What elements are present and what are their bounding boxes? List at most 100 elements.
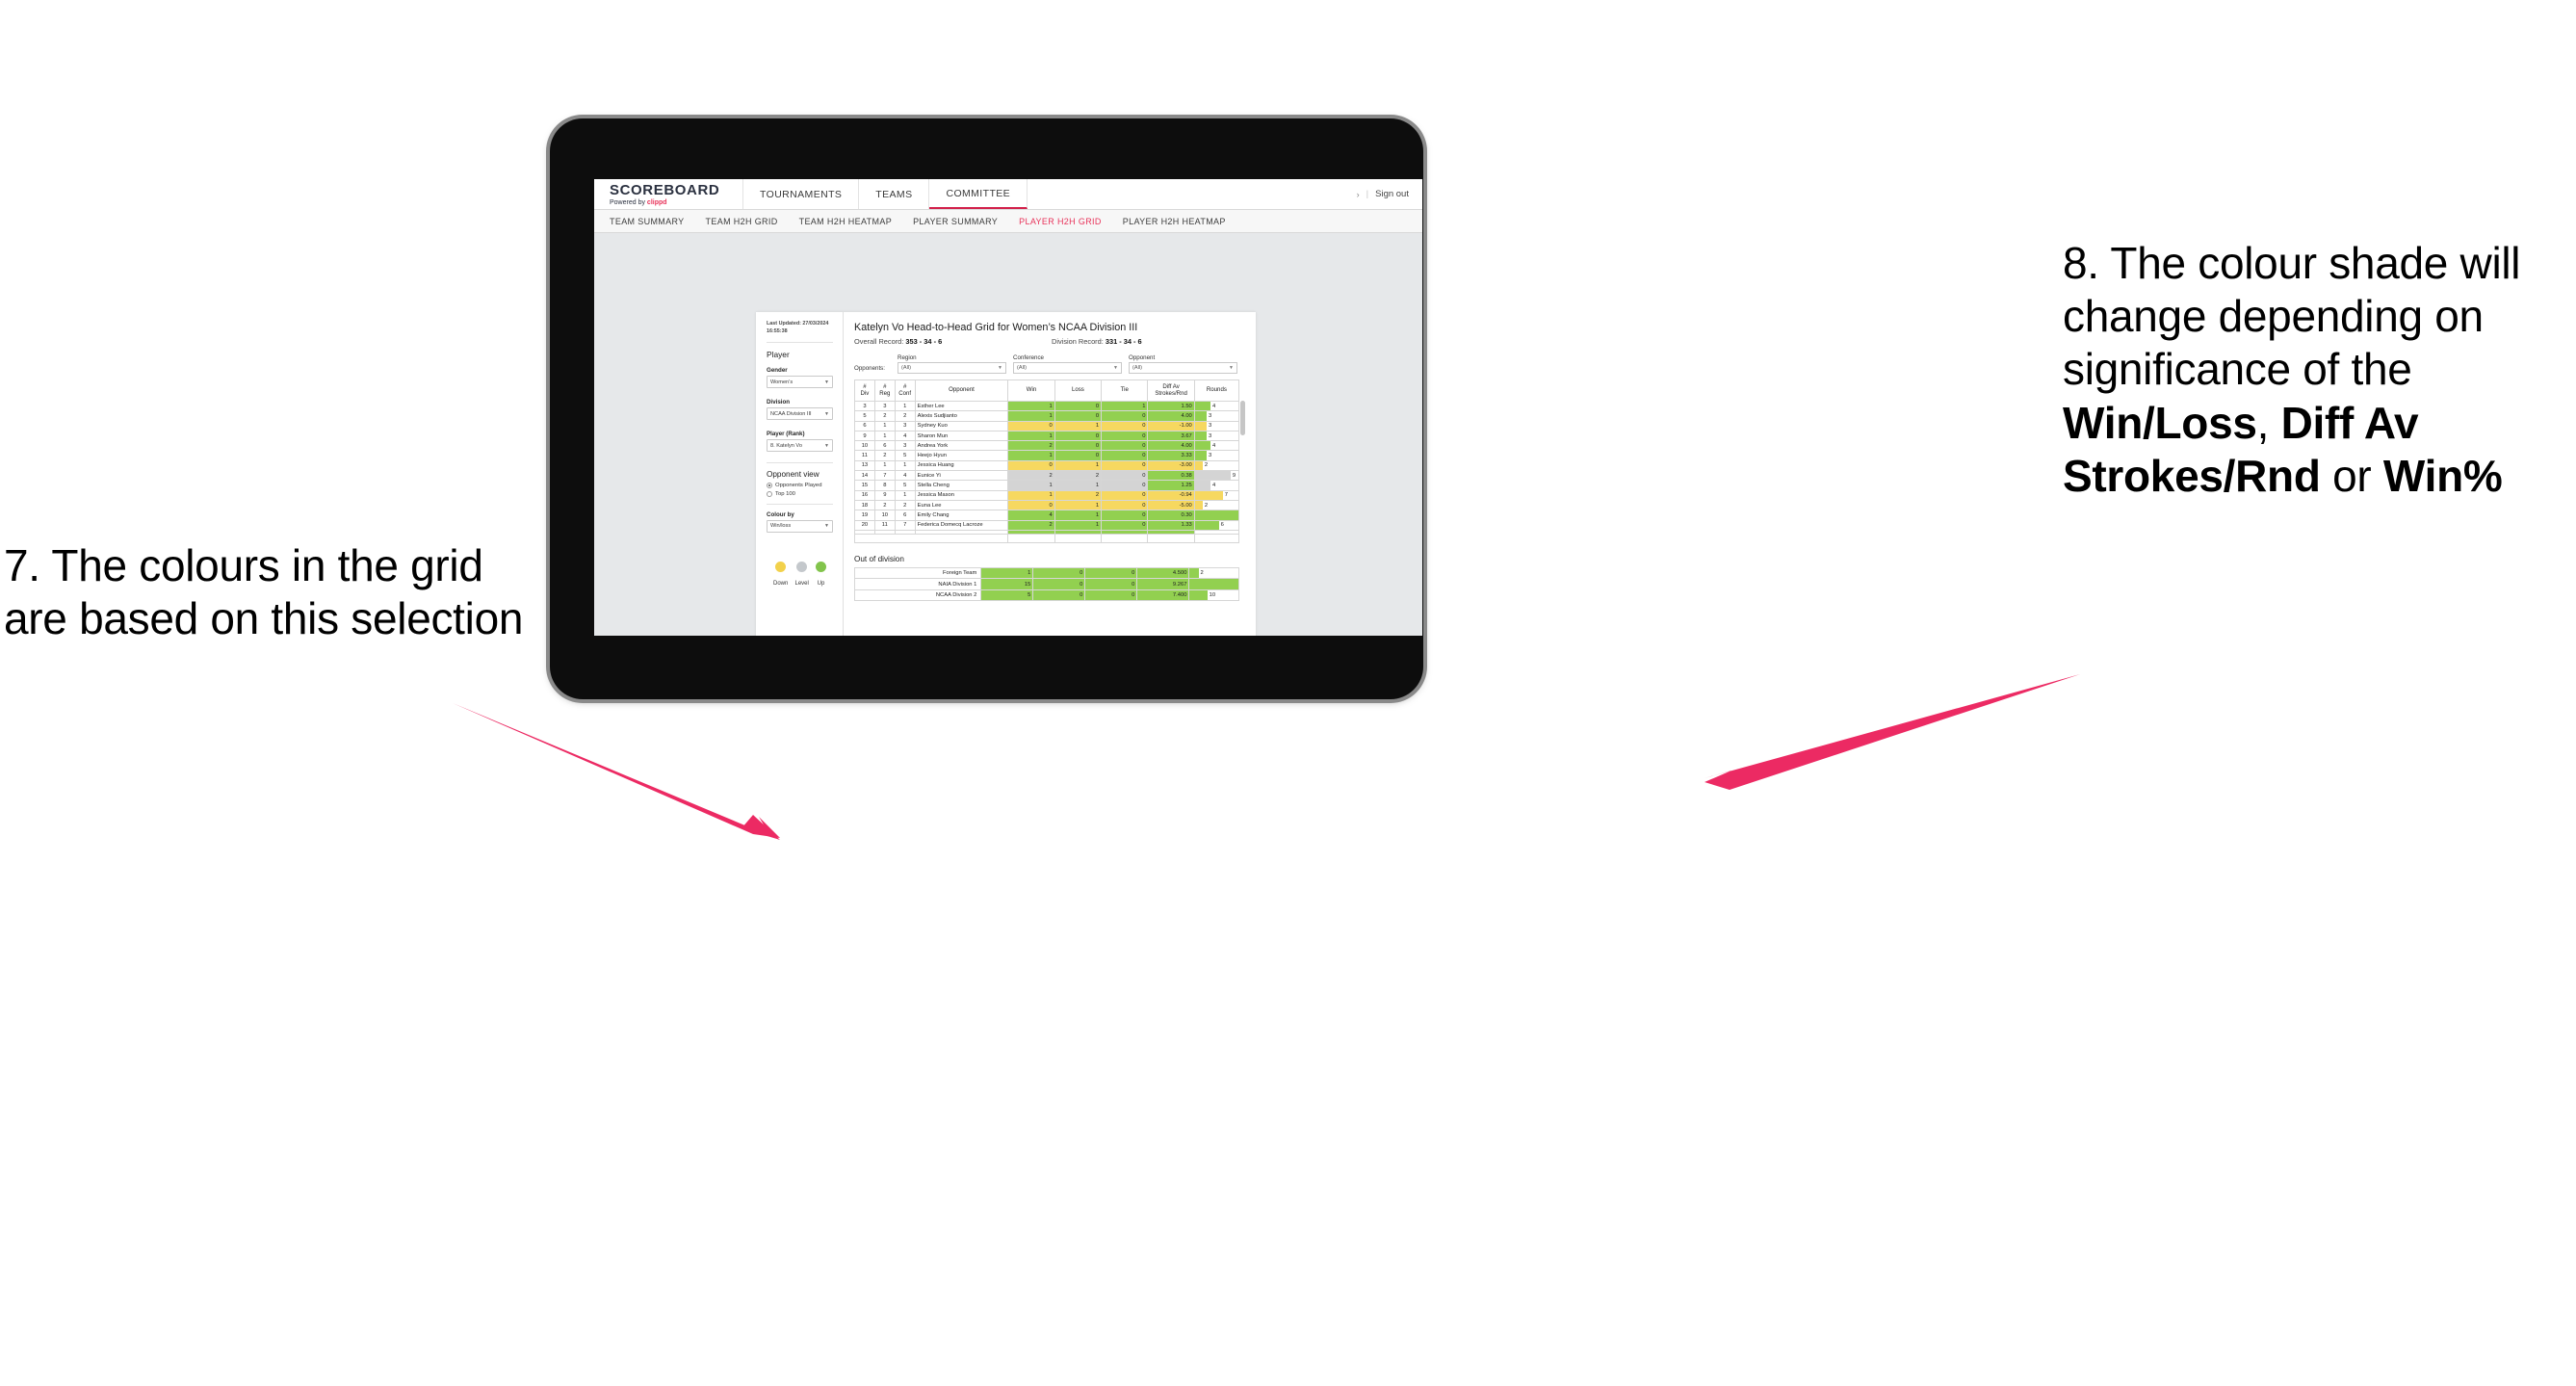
- cell-tie: 1: [1101, 400, 1149, 412]
- radio-top-100[interactable]: Top 100: [767, 490, 833, 497]
- cell-conf: 1: [894, 489, 916, 501]
- signout-label[interactable]: Sign out: [1375, 189, 1409, 199]
- out-of-division-row[interactable]: NAIA Division 115009.26730: [853, 578, 1239, 590]
- chevron-down-icon[interactable]: ▼: [1229, 365, 1234, 371]
- nav-tab-tournaments[interactable]: TOURNAMENTS: [743, 179, 860, 209]
- cell-tie: 0: [1101, 489, 1149, 501]
- legend-dot-up: [816, 561, 826, 572]
- out-of-division-row[interactable]: Foreign Team 1 0 0 4.500 2: [853, 566, 1239, 580]
- table-row[interactable]: 3 3 1 Esther Lee 1 0 1 1.50 4: [854, 400, 1240, 412]
- subtab-player-h2h-grid[interactable]: PLAYER H2H GRID: [1019, 217, 1102, 226]
- table-row[interactable]: 16 9 1 Jessica Mason 1 2 0 -0.94 7: [854, 489, 1240, 501]
- cell-rounds: 2: [1193, 459, 1240, 472]
- cell-tie: 0: [1084, 566, 1138, 580]
- table-row[interactable]: 9 1 4 Sharon Mun 1 0 0 3.67 3: [854, 430, 1240, 442]
- col-opponent: Opponent: [914, 379, 1009, 402]
- filter-opponent-select[interactable]: (All) ▼: [1129, 362, 1237, 374]
- table-row[interactable]: 13 1 1 Jessica Huang 0 1 0 -3.00 2: [854, 459, 1240, 472]
- col-conf: # Conf: [894, 379, 916, 402]
- filter-opponent-label: Opponent: [1129, 354, 1156, 361]
- cell-conf: 4: [894, 430, 916, 442]
- cell-conf: 6: [894, 510, 916, 521]
- cell-rounds: 9: [1193, 470, 1240, 482]
- cell-win: 0: [1007, 499, 1055, 511]
- chevron-down-icon[interactable]: ▼: [824, 411, 829, 417]
- cell-diff-av-strokes: 9.267: [1136, 578, 1190, 590]
- subtab-player-h2h-heatmap[interactable]: PLAYER H2H HEATMAP: [1123, 217, 1226, 226]
- filter-gender-label: Gender: [767, 367, 788, 375]
- cell-loss: 0: [1032, 566, 1086, 580]
- table-row[interactable]: 10 6 3 Andrea York 2 0 0 4.00 4: [854, 440, 1240, 452]
- cell-reg: 1: [873, 430, 896, 442]
- vertical-scrollbar[interactable]: [1240, 401, 1245, 435]
- filter-player-rank-select[interactable]: 8. Katelyn Vo ▼: [767, 439, 833, 453]
- radio-opponents-played[interactable]: Opponents Played: [767, 483, 833, 489]
- legend-label-level: Level: [794, 580, 809, 587]
- opponent-view-heading: Opponent view: [767, 470, 820, 480]
- chevron-down-icon[interactable]: ▼: [1113, 365, 1118, 371]
- radio-icon-unselected[interactable]: [767, 490, 772, 497]
- table-row[interactable]: 14 7 4 Eunice Yi 2 2 0 0.38 9: [854, 470, 1240, 482]
- table-row[interactable]: 6 1 3 Sydney Kuo 0 1 0 -1.00 3: [854, 420, 1240, 431]
- cell-loss: 0: [1054, 450, 1103, 461]
- cell-loss: 1: [1054, 459, 1103, 472]
- table-row[interactable]: 11 2 5 Heejo Hyun 1 0 0 3.33 3: [854, 450, 1240, 461]
- signout-area[interactable]: › | Sign out: [1343, 179, 1422, 209]
- filter-division: Division NCAA Division III ▼: [767, 399, 833, 421]
- nav-tab-teams[interactable]: TEAMS: [859, 179, 930, 209]
- table-row[interactable]: 15 8 5 Stella Cheng 1 1 0 1.25 4: [854, 480, 1240, 491]
- filter-gender-select[interactable]: Women’s ▼: [767, 376, 833, 389]
- filter-colour-by-label: Colour by: [767, 510, 794, 518]
- filter-colour-by-select[interactable]: Win/loss ▼: [767, 519, 833, 533]
- nav-tab-committee[interactable]: COMMITTEE: [929, 179, 1028, 209]
- cell-rounds: 30: [1188, 578, 1239, 590]
- cell-conf: 5: [894, 450, 916, 461]
- out-of-division-row[interactable]: NCAA Division 2 5 0 0 7.400 10: [853, 588, 1239, 602]
- col-loss: Loss: [1054, 379, 1103, 402]
- cell-diff-av-strokes: 3.67: [1147, 430, 1195, 442]
- subtab-team-h2h-grid[interactable]: TEAM H2H GRID: [706, 217, 778, 226]
- cell-win: 2: [1007, 470, 1055, 482]
- cell-diff-av-strokes: -1.00: [1147, 420, 1195, 431]
- chevron-down-icon[interactable]: ▼: [824, 523, 829, 529]
- cell-rounds: 3: [1193, 420, 1240, 431]
- brand-title: SCOREBOARD: [610, 181, 720, 198]
- cell-win: 1: [1007, 480, 1055, 491]
- cell-reg: 11: [873, 519, 896, 531]
- cell-opponent: Stella Cheng: [914, 480, 1009, 491]
- cell-rounds: 2: [1188, 566, 1239, 580]
- subtab-player-summary[interactable]: PLAYER SUMMARY: [913, 217, 998, 226]
- annotation-left: 7. The colours in the grid are based on …: [4, 539, 524, 645]
- cell-rounds: 3: [1193, 430, 1240, 442]
- filter-conference-select[interactable]: (All) ▼: [1013, 362, 1122, 374]
- table-row[interactable]: 5 2 2 Alexis Sudjianto 1 0 0 4.00 3: [854, 410, 1240, 422]
- chevron-down-icon[interactable]: ▼: [824, 443, 829, 449]
- filter-division-select[interactable]: NCAA Division III ▼: [767, 407, 833, 421]
- brand-logo: SCOREBOARD Powered by clippd: [594, 179, 743, 209]
- filter-division-value: NCAA Division III: [770, 410, 812, 417]
- cell-diff-av-strokes: 1.33: [1147, 519, 1195, 531]
- chevron-down-icon[interactable]: ▼: [998, 365, 1002, 371]
- subtab-team-summary[interactable]: TEAM SUMMARY: [610, 217, 685, 226]
- cell-tie: 0: [1101, 480, 1149, 491]
- radio-top-100-label: Top 100: [775, 490, 795, 497]
- cell-diff-av-strokes: 3.33: [1147, 450, 1195, 461]
- chevron-down-icon[interactable]: ▼: [824, 379, 829, 385]
- filter-region-select[interactable]: (All) ▼: [898, 362, 1006, 374]
- cell-diff-av-strokes: 0.38: [1147, 470, 1195, 482]
- last-updated-label: Last Updated: 27/03/2024 16:55:38: [767, 321, 829, 334]
- table-row[interactable]: 20 11 7 Federica Domecq Lacroze 2 1 0 1.33 6: [854, 519, 1240, 531]
- table-row[interactable]: 18 2 2 Euna Lee 0 1 0 -5.00 2: [854, 499, 1240, 511]
- cell-loss: 0: [1054, 430, 1103, 442]
- h2h-grid-body: 3 3 1 Esther Lee 1 0 1 1.50 4 5 2 2 Alexis Sudjianto…: [853, 400, 1240, 543]
- subtab-team-h2h-heatmap[interactable]: TEAM H2H HEATMAP: [799, 217, 892, 226]
- app-header: SCOREBOARD Powered by clippd TOURNAMENTS…: [594, 179, 1422, 209]
- cell-conf: 3: [894, 420, 916, 431]
- chevron-right-icon[interactable]: ›: [1357, 190, 1360, 199]
- cell-opponent: Sydney Kuo: [914, 420, 1009, 431]
- radio-icon-selected[interactable]: [767, 483, 772, 489]
- cell-tie: 0: [1101, 470, 1149, 482]
- table-row[interactable]: 19106Emily Chang4100.3011: [854, 510, 1240, 521]
- brand-powered-name: clippd: [646, 198, 667, 206]
